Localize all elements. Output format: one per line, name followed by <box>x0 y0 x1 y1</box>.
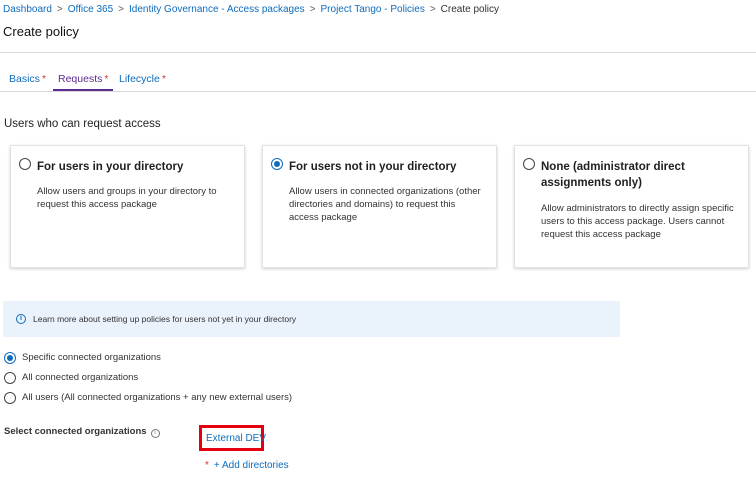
card-users-not-in-directory[interactable]: For users not in your directory Allow us… <box>262 145 497 268</box>
card-title: None (administrator direct assignments o… <box>541 161 685 189</box>
breadcrumb-office365[interactable]: Office 365 <box>68 4 113 15</box>
card-users-in-directory[interactable]: For users in your directory Allow users … <box>10 145 245 268</box>
page-title: Create policy <box>3 24 79 39</box>
required-marker: * <box>41 73 47 85</box>
breadcrumb-dashboard[interactable]: Dashboard <box>3 4 52 15</box>
radio-users-in-directory[interactable] <box>19 158 31 170</box>
radio-none-admin-only[interactable] <box>523 158 535 170</box>
section-heading: Users who can request access <box>4 118 161 130</box>
radio-specific-connected-orgs[interactable] <box>4 352 16 364</box>
card-none-admin-only[interactable]: None (administrator direct assignments o… <box>514 145 749 268</box>
select-connected-orgs-text: Select connected organizations <box>4 426 147 437</box>
breadcrumb-separator: > <box>309 4 316 15</box>
add-directories-link[interactable]: + Add directories <box>214 460 289 471</box>
breadcrumb-separator: > <box>118 4 125 15</box>
tab-requests-label: Requests <box>58 73 103 85</box>
radio-all-connected-orgs[interactable] <box>4 372 16 384</box>
option-label: All connected organizations <box>22 372 139 383</box>
info-banner-text: Learn more about setting up policies for… <box>33 314 297 324</box>
radio-all-users[interactable] <box>4 392 16 404</box>
tab-requests[interactable]: Requests * <box>53 73 114 91</box>
breadcrumb-access-packages[interactable]: Identity Governance - Access packages <box>129 4 305 15</box>
breadcrumb-separator: > <box>429 4 436 15</box>
breadcrumb-separator: > <box>56 4 63 15</box>
card-title: For users in your directory <box>37 161 184 173</box>
card-description: Allow users in connected organizations (… <box>289 186 481 223</box>
required-marker: * <box>205 460 209 471</box>
breadcrumb: Dashboard > Office 365 > Identity Governance… <box>3 4 499 15</box>
option-label: All users (All connected organizations +… <box>22 392 293 403</box>
tab-divider <box>0 91 756 92</box>
tab-lifecycle[interactable]: Lifecycle * <box>119 73 166 91</box>
tab-lifecycle-label: Lifecycle <box>119 73 160 85</box>
tab-basics[interactable]: Basics * <box>9 73 46 91</box>
select-connected-orgs-label: Select connected organizations i <box>4 426 160 438</box>
tab-basics-label: Basics <box>9 73 40 85</box>
radio-users-not-in-directory[interactable] <box>271 158 283 170</box>
required-marker: * <box>161 73 166 85</box>
card-description: Allow administrators to directly assign … <box>541 203 734 240</box>
info-icon: i <box>16 314 26 324</box>
card-description: Allow users and groups in your directory… <box>37 186 217 210</box>
breadcrumb-policies[interactable]: Project Tango - Policies <box>321 4 425 15</box>
add-directories: * + Add directories <box>205 460 289 471</box>
selected-org-external-dev[interactable]: External DEV <box>199 425 266 451</box>
breadcrumb-current: Create policy <box>440 4 500 15</box>
info-banner[interactable]: i Learn more about setting up policies f… <box>3 301 620 337</box>
required-marker: * <box>104 73 109 85</box>
title-divider <box>0 52 756 53</box>
info-icon[interactable]: i <box>150 429 160 438</box>
card-title: For users not in your directory <box>289 161 457 173</box>
option-label: Specific connected organizations <box>22 352 161 363</box>
